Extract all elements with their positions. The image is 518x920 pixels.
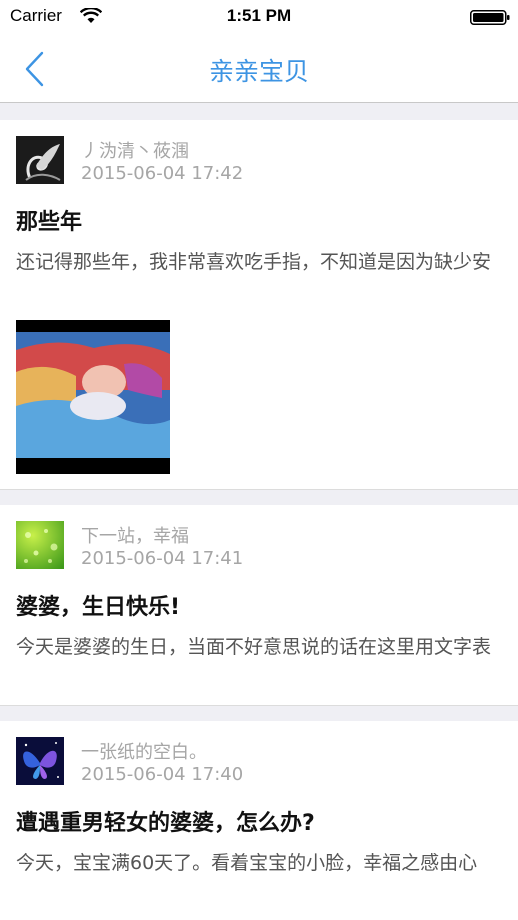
post-excerpt: 今天，宝宝满60天了。看着宝宝的小脸，幸福之感由心: [16, 852, 478, 874]
post-date: 2015-06-04 17:40: [81, 764, 244, 785]
avatar[interactable]: [16, 737, 64, 785]
post-date: 2015-06-04 17:41: [81, 548, 244, 569]
battery-icon: [470, 10, 510, 25]
author-name: 一张纸的空白。: [81, 742, 207, 763]
baby-photo-icon: [16, 320, 170, 474]
author-name: 丿沩清丶莜涠: [81, 141, 189, 162]
post-card[interactable]: 下一站，幸福 2015-06-04 17:41 婆婆，生日快乐! 今天是婆婆的生…: [0, 505, 518, 706]
author-name: 下一站，幸福: [81, 526, 189, 547]
avatar[interactable]: [16, 521, 64, 569]
avatar[interactable]: [16, 136, 64, 184]
status-bar: Carrier 1:51 PM: [0, 0, 518, 36]
green-droplets-avatar-icon: [16, 521, 64, 569]
post-excerpt: 今天是婆婆的生日，当面不好意思说的话在这里用文字表: [16, 636, 492, 658]
post-card[interactable]: 丿沩清丶莜涠 2015-06-04 17:42 那些年 还记得那些年，我非常喜欢…: [0, 120, 518, 490]
post-title[interactable]: 婆婆，生日快乐!: [16, 589, 180, 621]
post-excerpt: 还记得那些年，我非常喜欢吃手指，不知道是因为缺少安: [16, 251, 492, 273]
post-date: 2015-06-04 17:42: [81, 163, 244, 184]
blue-butterfly-avatar-icon: [16, 737, 64, 785]
post-title[interactable]: 那些年: [16, 204, 82, 236]
clock: 1:51 PM: [226, 6, 292, 25]
swan-avatar-icon: [16, 136, 64, 184]
page-title: 亲亲宝贝: [208, 57, 309, 86]
post-card[interactable]: 一张纸的空白。 2015-06-04 17:40 遭遇重男轻女的婆婆，怎么办? …: [0, 721, 518, 920]
post-title[interactable]: 遭遇重男轻女的婆婆，怎么办?: [16, 805, 315, 837]
navigation-bar: 亲亲宝贝: [0, 36, 518, 103]
post-photo[interactable]: [16, 320, 170, 474]
